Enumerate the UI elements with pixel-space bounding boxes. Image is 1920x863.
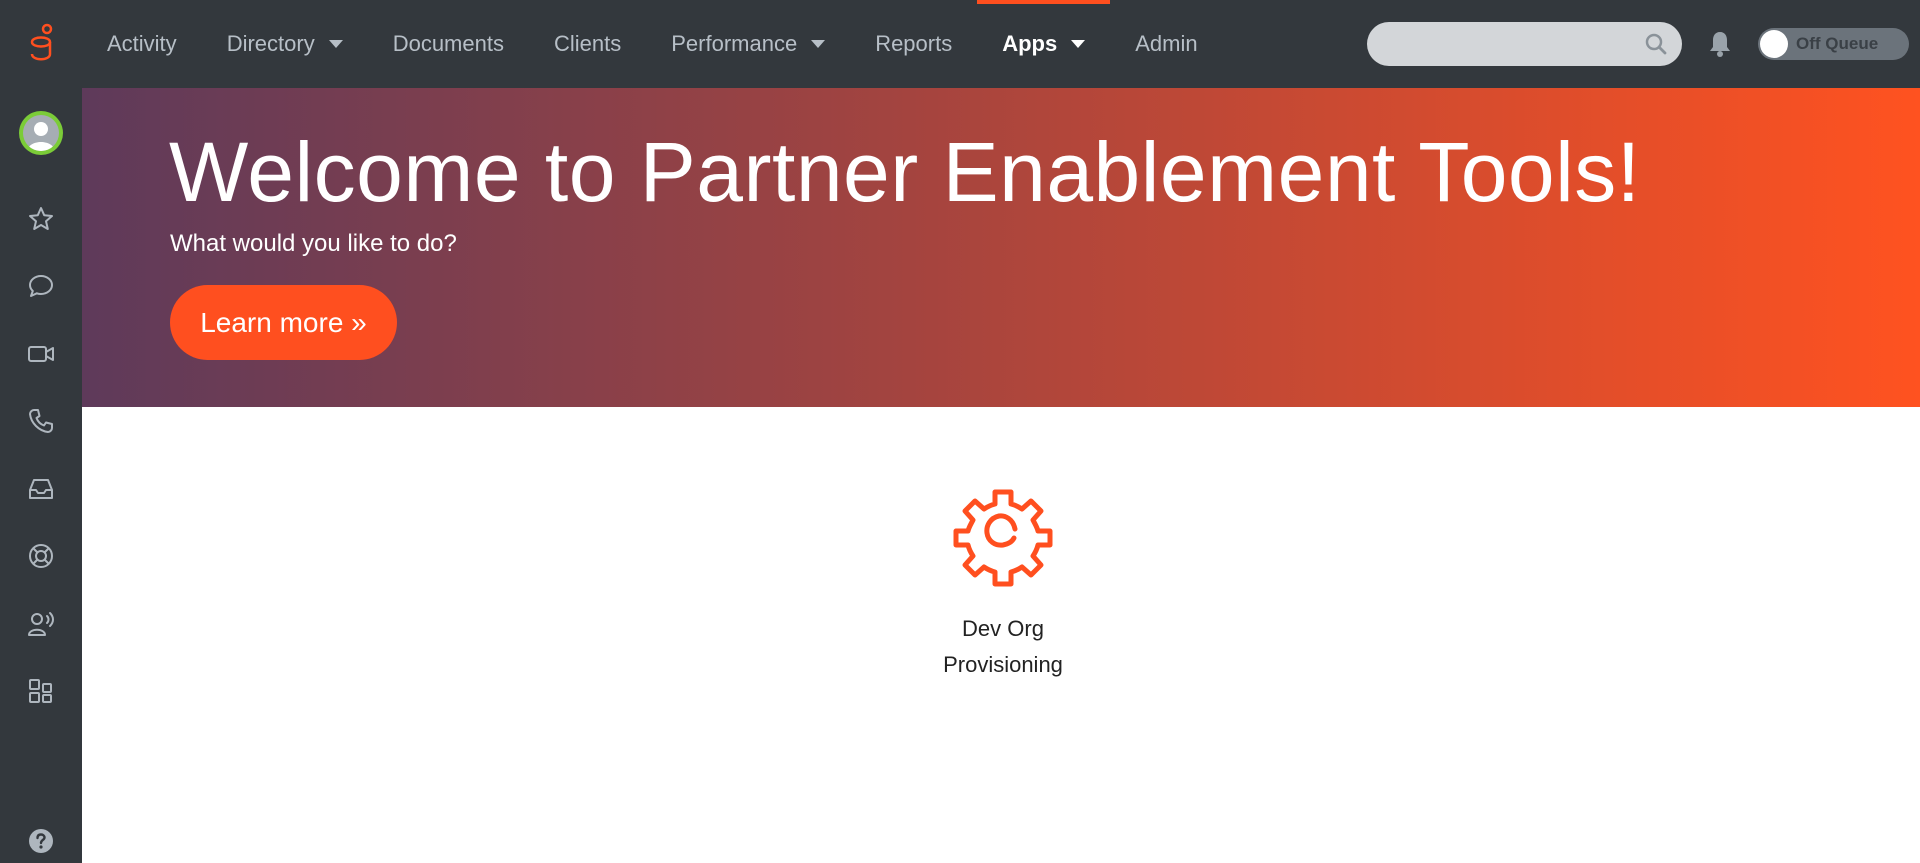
bell-icon[interactable]: [1708, 30, 1732, 58]
video-icon: [28, 346, 54, 362]
user-avatar-icon: [23, 115, 59, 151]
main-nav: Activity Directory Documents Clients Per…: [82, 0, 1223, 88]
sidebar-item-apps[interactable]: [23, 673, 59, 709]
chevron-down-icon: [1071, 40, 1086, 48]
nav-reports[interactable]: Reports: [850, 0, 977, 88]
app-tile-label-line2: Provisioning: [943, 652, 1063, 677]
sidebar-item-agent[interactable]: [23, 606, 59, 642]
nav-admin-label: Admin: [1135, 31, 1198, 56]
sidebar-item-favorites[interactable]: [23, 201, 59, 237]
phone-icon: [29, 409, 53, 433]
nav-apps-label: Apps: [1002, 31, 1058, 56]
genesys-logo[interactable]: [0, 0, 82, 88]
top-bar: Activity Directory Documents Clients Per…: [0, 0, 1920, 88]
genesys-logo-icon: [30, 23, 53, 61]
queue-status-label: Off Queue: [1796, 34, 1879, 53]
nav-directory-label: Directory: [226, 31, 315, 56]
nav-clients[interactable]: Clients: [529, 0, 646, 88]
chat-icon: [29, 275, 53, 297]
chevron-down-icon: [328, 40, 343, 48]
nav-activity-label: Activity: [107, 31, 177, 56]
agent-voice-icon: [28, 612, 54, 636]
nav-clients-label: Clients: [553, 31, 622, 56]
app-tile-label-line1: Dev Org: [962, 616, 1044, 641]
chevron-down-icon: [811, 40, 826, 48]
sidebar-item-help[interactable]: [23, 823, 59, 859]
gear-icon: [953, 489, 1053, 587]
sidebar-item-video[interactable]: [23, 336, 59, 372]
sidebar-item-inbox[interactable]: [23, 471, 59, 507]
nav-performance-label: Performance: [671, 31, 798, 56]
nav-documents[interactable]: Documents: [368, 0, 529, 88]
app-tile-label: Dev Org Provisioning: [920, 611, 1086, 683]
app-tile-dev-org-provisioning[interactable]: Dev Org Provisioning: [920, 477, 1086, 697]
global-search: [1367, 22, 1682, 66]
welcome-banner: Welcome to Partner Enablement Tools! Wha…: [82, 88, 1920, 407]
sidebar-item-phone[interactable]: [23, 403, 59, 439]
nav-reports-label: Reports: [875, 31, 953, 56]
lifebuoy-icon: [29, 544, 53, 568]
nav-activity[interactable]: Activity: [82, 0, 202, 88]
page-title: Welcome to Partner Enablement Tools!: [169, 125, 1641, 219]
toggle-knob: [1760, 30, 1788, 58]
learn-more-button[interactable]: Learn more »: [170, 285, 397, 360]
nav-documents-label: Documents: [392, 31, 504, 56]
nav-apps[interactable]: Apps: [977, 0, 1111, 88]
nav-directory[interactable]: Directory: [202, 0, 368, 88]
apps-grid-icon: [29, 679, 52, 703]
help-icon: [29, 829, 53, 853]
sidebar-item-support[interactable]: [23, 538, 59, 574]
avatar[interactable]: [19, 111, 63, 155]
sidebar-item-chat[interactable]: [23, 268, 59, 304]
star-icon: [29, 207, 53, 230]
queue-toggle[interactable]: Off Queue: [1758, 28, 1909, 60]
banner-subtitle: What would you like to do?: [170, 230, 457, 257]
search-input[interactable]: [1367, 22, 1682, 66]
inbox-icon: [29, 479, 53, 499]
search-icon[interactable]: [1644, 32, 1668, 56]
nav-admin[interactable]: Admin: [1110, 0, 1222, 88]
nav-performance[interactable]: Performance: [646, 0, 850, 88]
sidebar: [0, 88, 82, 863]
